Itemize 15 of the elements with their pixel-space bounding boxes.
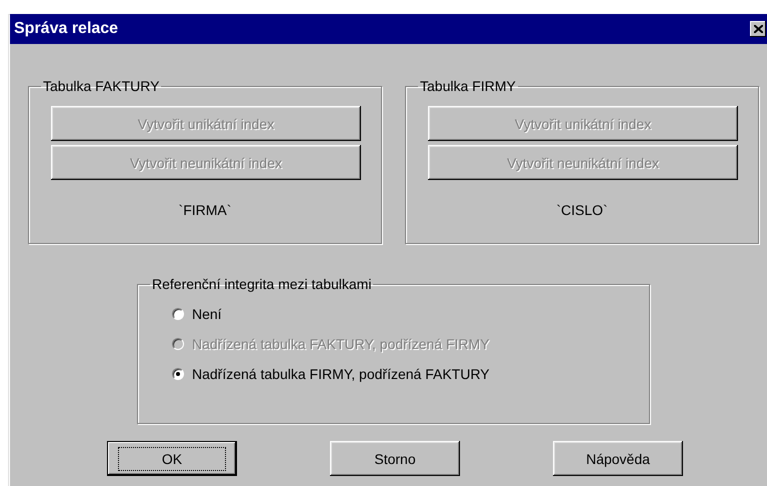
close-button[interactable] <box>750 21 766 37</box>
field-name: `FIRMA` <box>178 202 232 218</box>
group-title: Referenční integrita mezi tabulkami <box>151 276 372 292</box>
radio-button[interactable] <box>172 308 184 320</box>
group-title: Tabulka FIRMY <box>419 78 517 94</box>
group-title: Tabulka FAKTURY <box>42 78 160 94</box>
window-title: Správa relace <box>14 20 118 38</box>
radio-label[interactable]: Není <box>192 306 222 322</box>
field-name: `CISLO` <box>556 202 608 218</box>
dialog-button[interactable]: Nápověda <box>553 441 683 476</box>
dialog-button[interactable]: OK <box>107 441 237 476</box>
radio-button[interactable] <box>172 368 184 380</box>
close-icon <box>754 25 762 33</box>
radio-label[interactable]: Nadřízená tabulka FIRMY, podřízená FAKTURY <box>192 366 490 382</box>
dialog-button[interactable]: Storno <box>330 441 460 476</box>
